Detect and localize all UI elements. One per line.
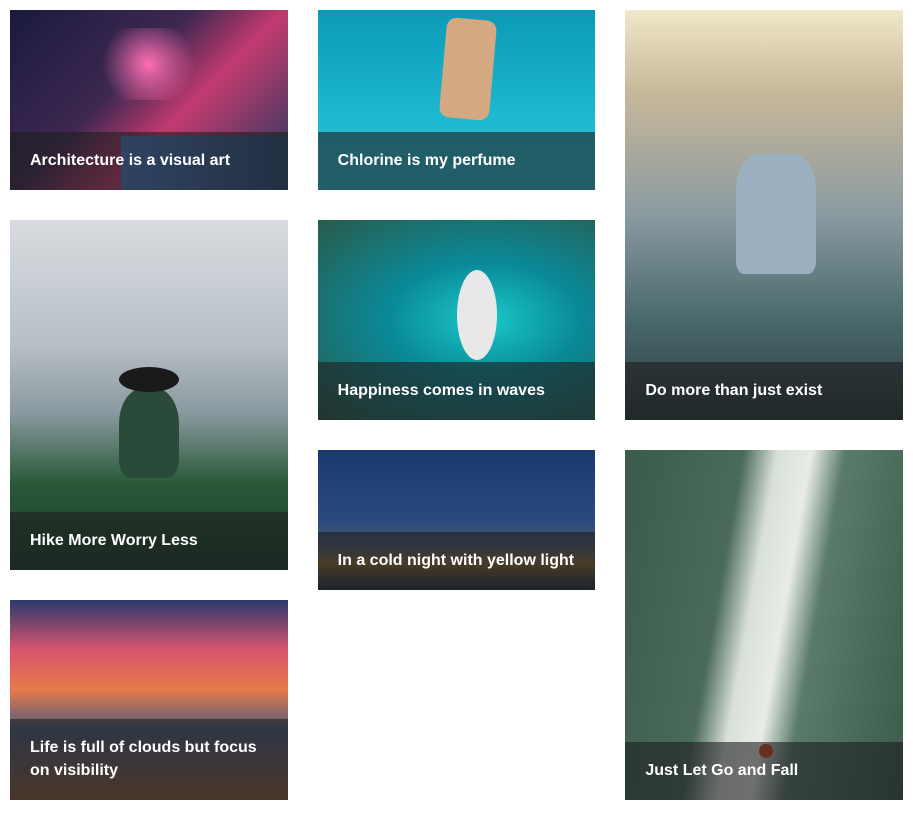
caption-overlay: Life is full of clouds but focus on visi…	[10, 719, 288, 800]
card-caption: Hike More Worry Less	[30, 530, 268, 552]
caption-overlay: In a cold night with yellow light	[318, 532, 596, 590]
gallery-grid: Architecture is a visual art Hike More W…	[10, 10, 903, 800]
caption-overlay: Just Let Go and Fall	[625, 742, 903, 800]
gallery-card[interactable]: Life is full of clouds but focus on visi…	[10, 600, 288, 800]
gallery-card[interactable]: Just Let Go and Fall	[625, 450, 903, 800]
caption-overlay: Do more than just exist	[625, 362, 903, 420]
card-caption: Happiness comes in waves	[338, 380, 576, 402]
gallery-column-3: Do more than just exist Just Let Go and …	[625, 10, 903, 800]
gallery-column-1: Architecture is a visual art Hike More W…	[10, 10, 288, 800]
gallery-column-2: Chlorine is my perfume Happiness comes i…	[318, 10, 596, 800]
caption-overlay: Hike More Worry Less	[10, 512, 288, 570]
caption-overlay: Architecture is a visual art	[10, 132, 288, 190]
gallery-card[interactable]: Hike More Worry Less	[10, 220, 288, 570]
card-caption: Do more than just exist	[645, 380, 883, 402]
gallery-card[interactable]: Architecture is a visual art	[10, 10, 288, 190]
card-caption: Chlorine is my perfume	[338, 150, 576, 172]
card-caption: Just Let Go and Fall	[645, 760, 883, 782]
card-image	[625, 10, 903, 420]
gallery-card[interactable]: In a cold night with yellow light	[318, 450, 596, 590]
gallery-card[interactable]: Chlorine is my perfume	[318, 10, 596, 190]
card-caption: In a cold night with yellow light	[338, 550, 576, 572]
caption-overlay: Chlorine is my perfume	[318, 132, 596, 190]
card-caption: Architecture is a visual art	[30, 150, 268, 172]
gallery-card[interactable]: Happiness comes in waves	[318, 220, 596, 420]
caption-overlay: Happiness comes in waves	[318, 362, 596, 420]
gallery-card[interactable]: Do more than just exist	[625, 10, 903, 420]
card-caption: Life is full of clouds but focus on visi…	[30, 737, 268, 782]
